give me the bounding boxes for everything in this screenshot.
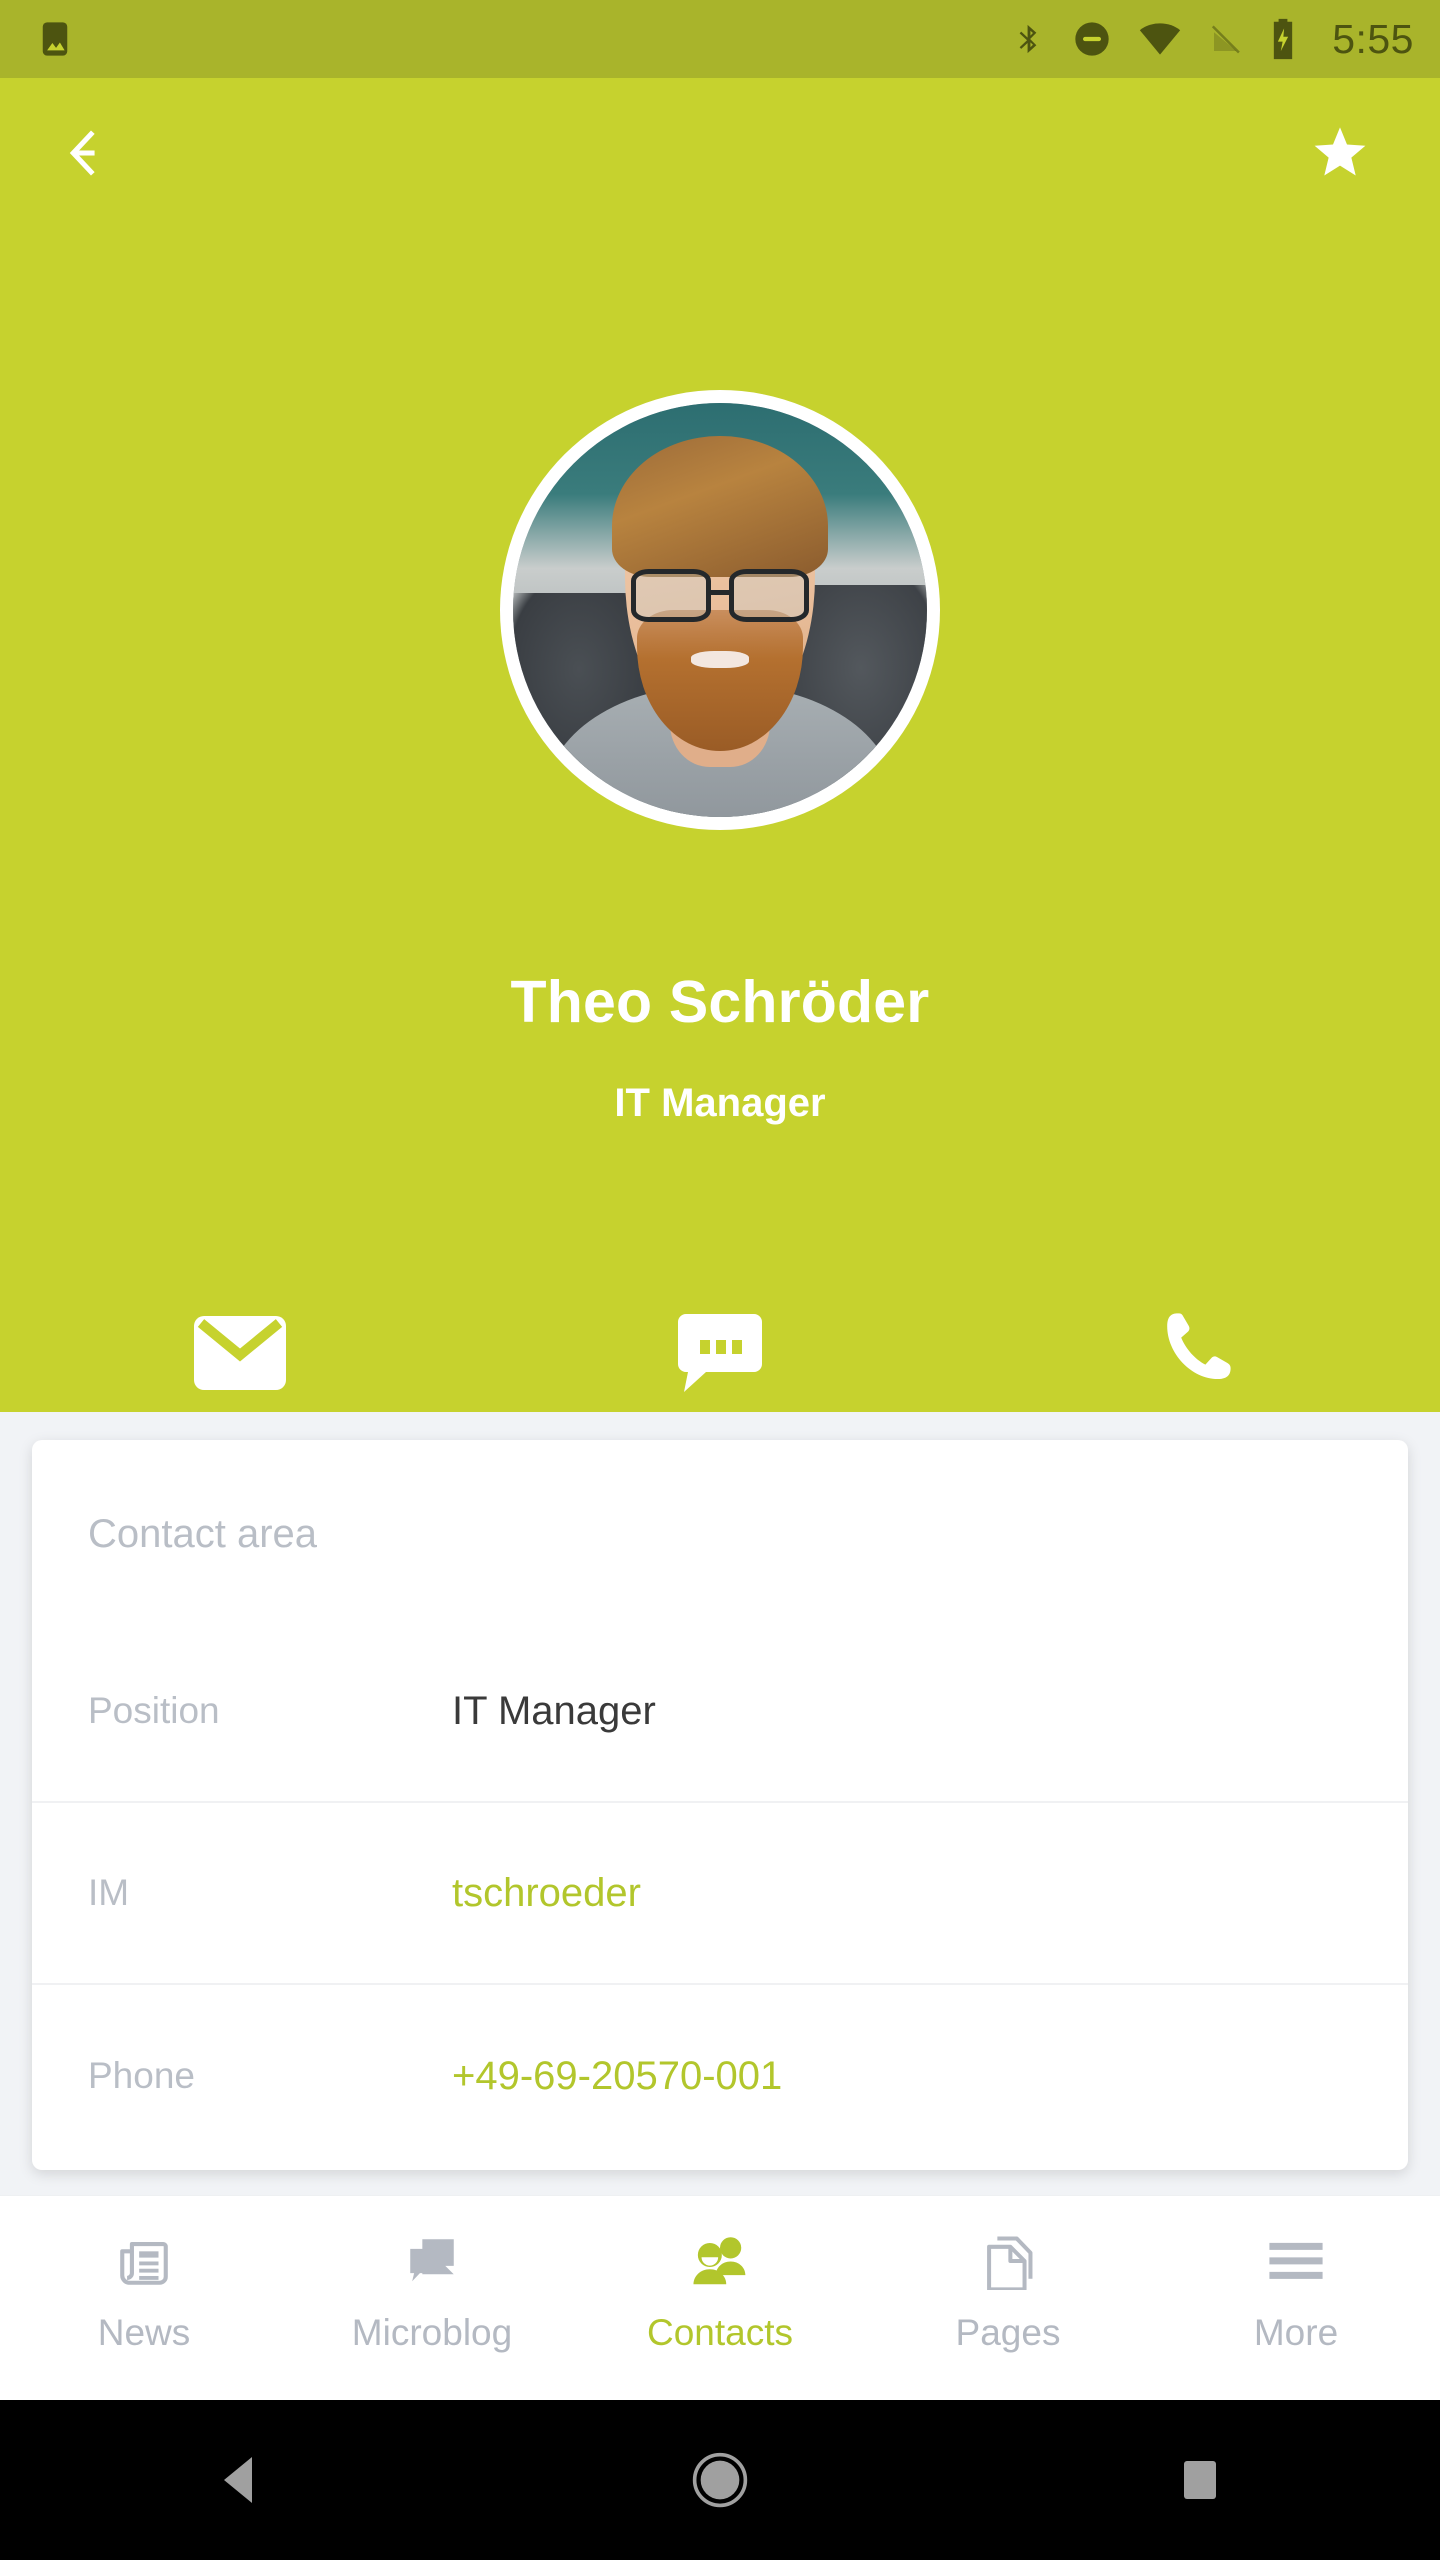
circle-home-icon xyxy=(692,2452,748,2508)
star-filled-icon xyxy=(1314,127,1366,176)
row-value-im[interactable]: tschroeder xyxy=(452,1871,641,1916)
image-notification-icon xyxy=(42,22,68,56)
call-button[interactable] xyxy=(960,1293,1440,1413)
tab-news[interactable]: News xyxy=(0,2196,288,2401)
envelope-icon xyxy=(194,1316,286,1390)
bottom-navigation: News Microblog Contacts Pages More xyxy=(0,2195,1440,2400)
email-button[interactable] xyxy=(0,1293,480,1413)
status-bar-clock: 5:55 xyxy=(1332,15,1414,62)
profile-name: Theo Schröder xyxy=(510,969,930,1035)
android-back-button[interactable] xyxy=(160,2400,320,2560)
hamburger-menu-icon xyxy=(1267,2230,1325,2292)
android-home-button[interactable] xyxy=(640,2400,800,2560)
tab-label-contacts: Contacts xyxy=(646,2312,793,2353)
tab-label-pages: Pages xyxy=(955,2312,1061,2353)
row-label-position: Position xyxy=(88,1690,220,1731)
avatar-photo xyxy=(513,403,927,817)
quick-actions xyxy=(0,1293,1440,1413)
arrow-left-icon xyxy=(69,130,95,176)
square-recents-icon xyxy=(1184,2461,1216,2499)
people-icon xyxy=(690,2230,750,2292)
tab-more[interactable]: More xyxy=(1152,2196,1440,2401)
contact-card: Contact area Position IT Manager IM tsch… xyxy=(32,1440,1408,2170)
row-value-phone[interactable]: +49-69-20570-001 xyxy=(452,2054,782,2099)
phone-icon xyxy=(1167,1313,1231,1379)
status-bar: 5:55 xyxy=(0,0,1440,78)
battery-charging-icon xyxy=(1274,18,1293,60)
tab-label-more: More xyxy=(1253,2312,1339,2353)
status-bar-notifications xyxy=(34,18,76,60)
table-row: Position IT Manager xyxy=(32,1621,1408,1803)
row-value-position: IT Manager xyxy=(452,1688,656,1733)
do-not-disturb-icon xyxy=(1075,22,1109,56)
signal-off-icon xyxy=(1212,25,1240,54)
speech-bubbles-icon xyxy=(403,2230,461,2292)
android-recents-button[interactable] xyxy=(1120,2400,1280,2560)
document-icon xyxy=(982,2230,1034,2292)
tab-label-news: News xyxy=(97,2312,191,2353)
row-label-phone: Phone xyxy=(88,2055,195,2096)
table-row[interactable]: Phone +49-69-20570-001 xyxy=(32,1985,1408,2167)
avatar xyxy=(500,390,940,830)
row-label-im: IM xyxy=(88,1872,130,1913)
tab-microblog[interactable]: Microblog xyxy=(288,2196,576,2401)
contact-card-title: Contact area xyxy=(88,1512,318,1556)
tab-pages[interactable]: Pages xyxy=(864,2196,1152,2401)
status-bar-icons: 5:55 xyxy=(1012,16,1414,63)
newspaper-icon xyxy=(115,2230,173,2292)
favorite-button[interactable] xyxy=(1292,105,1388,201)
android-navigation-bar xyxy=(0,2400,1440,2560)
table-row[interactable]: IM tschroeder xyxy=(32,1803,1408,1985)
phone-screen: 5:55 Theo Schröder IT Manager Contact ar… xyxy=(0,0,1440,2560)
profile-role: IT Manager xyxy=(614,1081,826,1125)
profile-header: Theo Schröder IT Manager xyxy=(0,78,1440,1412)
chat-bubble-icon xyxy=(678,1314,762,1392)
triangle-back-icon xyxy=(224,2457,252,2503)
back-button[interactable] xyxy=(52,105,148,201)
tab-contacts[interactable]: Contacts xyxy=(576,2196,864,2401)
wifi-icon xyxy=(1140,23,1181,55)
tab-label-microblog: Microblog xyxy=(351,2312,513,2353)
message-button[interactable] xyxy=(480,1293,960,1413)
bluetooth-icon xyxy=(1019,24,1037,54)
app-bar xyxy=(0,78,1440,228)
contact-detail-rows: Position IT Manager IM tschroeder Phone … xyxy=(32,1621,1408,2167)
